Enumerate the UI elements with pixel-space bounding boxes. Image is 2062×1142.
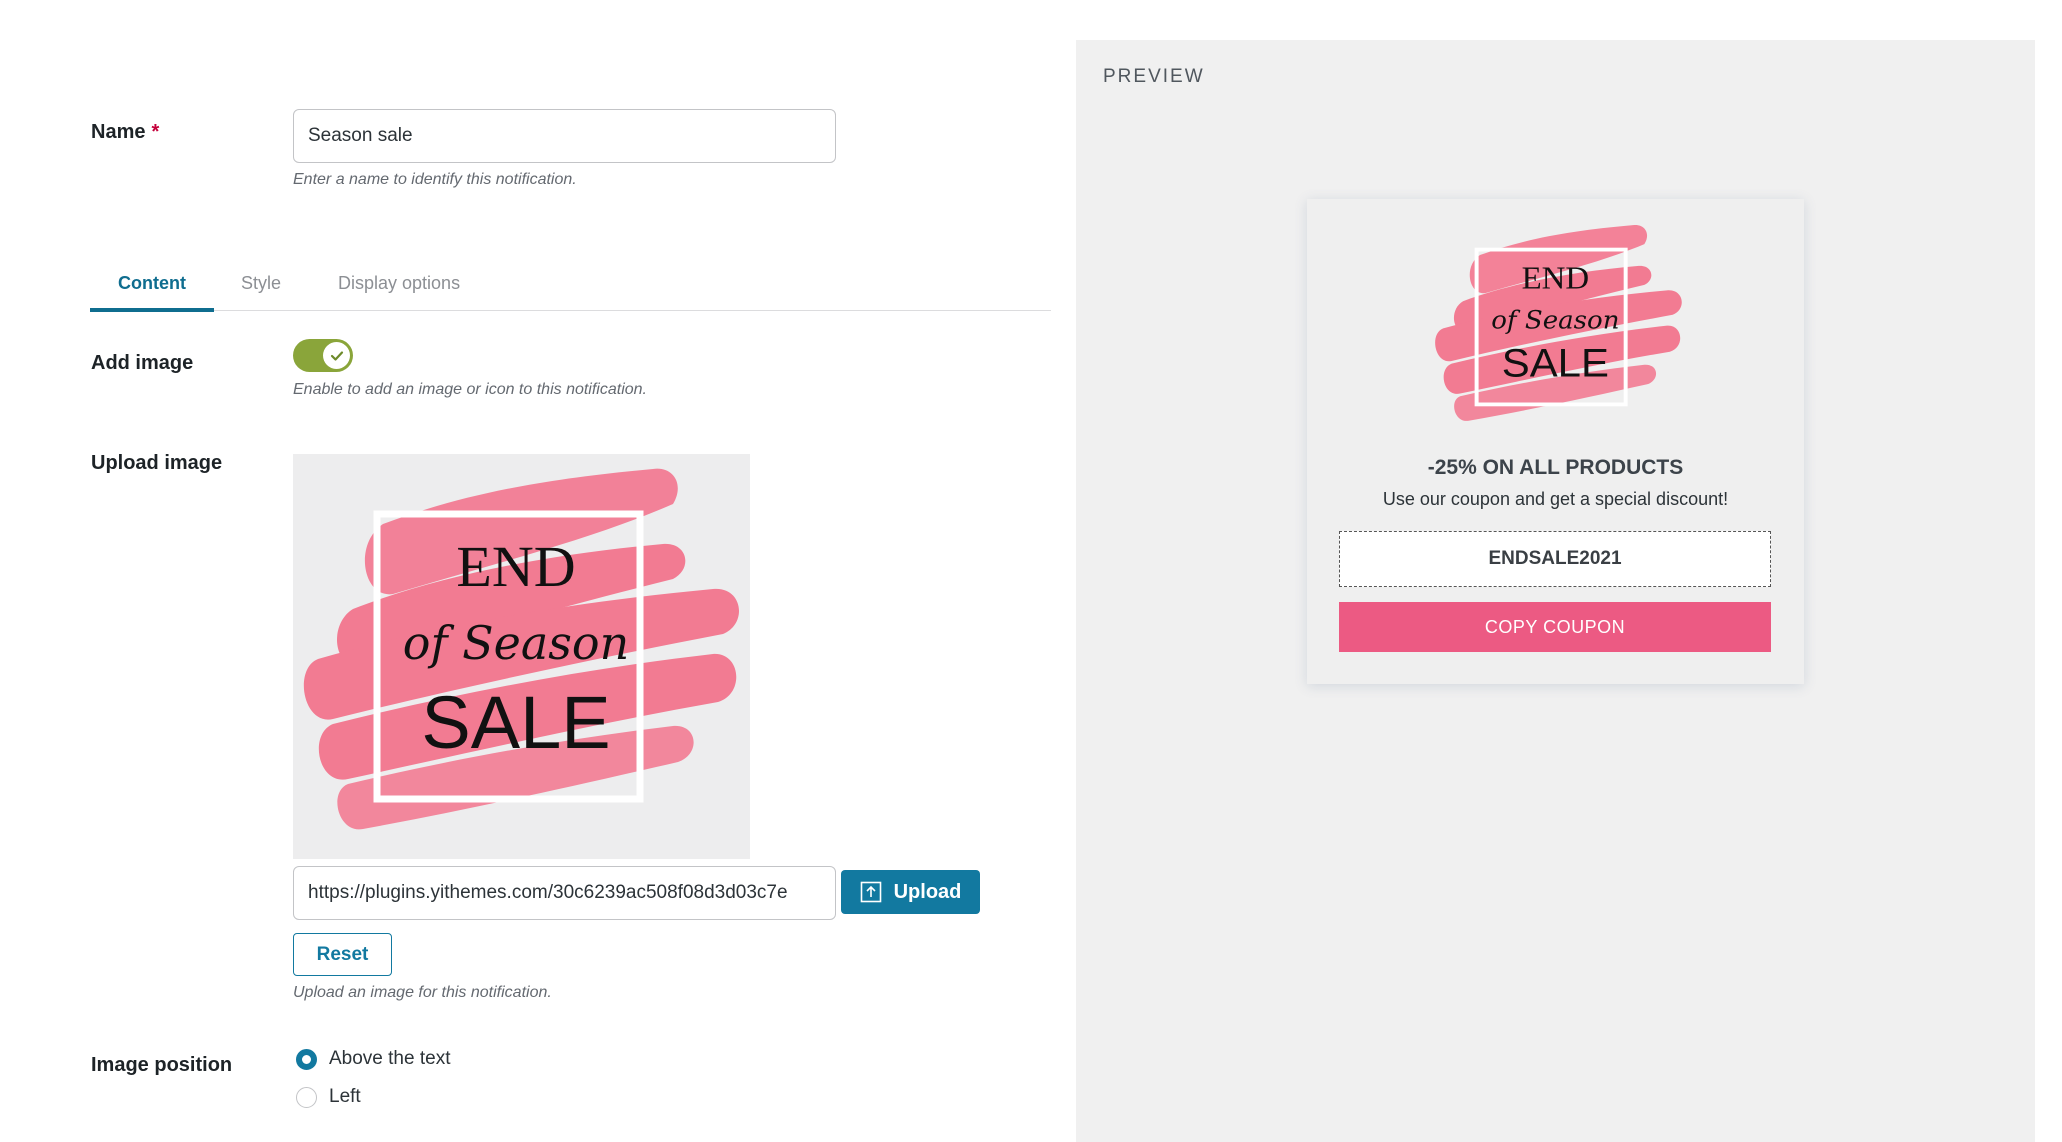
add-image-toggle[interactable]	[293, 339, 353, 372]
preview-title: PREVIEW	[1103, 66, 1205, 87]
sale-image-small-line1: END	[1522, 260, 1590, 295]
sale-image-line1: END	[456, 534, 575, 599]
radio-left-circle[interactable]	[296, 1086, 317, 1108]
toggle-knob	[323, 342, 350, 369]
notification-description: Use our coupon and get a special discoun…	[1382, 489, 1729, 509]
sale-image-line3: SALE	[421, 681, 610, 764]
coupon-code: ENDSALE2021	[1488, 548, 1622, 569]
upload-button-label: Upload	[893, 880, 962, 903]
sale-image-small-line2: of Season	[1491, 306, 1619, 335]
coupon-code-box: ENDSALE2021	[1339, 531, 1771, 587]
name-label: Name *	[91, 121, 159, 144]
checkmark-icon	[330, 350, 343, 361]
upload-image-label: Upload image	[91, 452, 223, 474]
tab-content[interactable]: Content	[90, 256, 214, 312]
image-url-input[interactable]	[293, 866, 836, 920]
name-help-text: Enter a name to identify this notificati…	[293, 171, 577, 188]
radio-above-text[interactable]: Above the text	[296, 1048, 450, 1070]
required-mark: *	[151, 121, 160, 143]
tab-bar: Content Style Display options	[90, 256, 1051, 312]
tab-content-label: Content	[118, 272, 186, 293]
radio-left[interactable]: Left	[296, 1086, 361, 1108]
radio-left-label: Left	[329, 1086, 361, 1107]
sale-image-line2: of Season	[403, 616, 629, 670]
copy-coupon-button[interactable]: COPY COUPON	[1339, 602, 1771, 652]
sale-image: END of Season SALE	[303, 468, 740, 830]
name-label-text: Name	[91, 121, 146, 143]
notification-headline: -25% ON ALL PRODUCTS	[1427, 456, 1684, 479]
upload-button[interactable]: Upload	[841, 870, 980, 914]
tab-style[interactable]: Style	[241, 256, 281, 310]
sale-image-small-line3: SALE	[1502, 340, 1609, 385]
upload-icon	[860, 881, 881, 903]
tab-style-label: Style	[241, 272, 282, 293]
image-position-label: Image position	[91, 1054, 233, 1076]
radio-above-text-circle[interactable]	[296, 1048, 317, 1070]
notification-image: END of Season SALE	[1429, 217, 1688, 437]
add-image-label: Add image	[91, 352, 194, 374]
name-input[interactable]	[293, 109, 836, 163]
tab-display-options-label: Display options	[338, 272, 461, 293]
radio-above-text-label: Above the text	[329, 1048, 451, 1069]
add-image-help-text: Enable to add an image or icon to this n…	[293, 381, 647, 398]
upload-help-text: Upload an image for this notification.	[293, 984, 552, 1001]
sale-image-small: END of Season SALE	[1435, 224, 1682, 421]
tab-display-options[interactable]: Display options	[338, 256, 460, 310]
reset-button[interactable]: Reset	[293, 933, 392, 976]
uploaded-image-preview: END of Season SALE	[293, 454, 750, 859]
